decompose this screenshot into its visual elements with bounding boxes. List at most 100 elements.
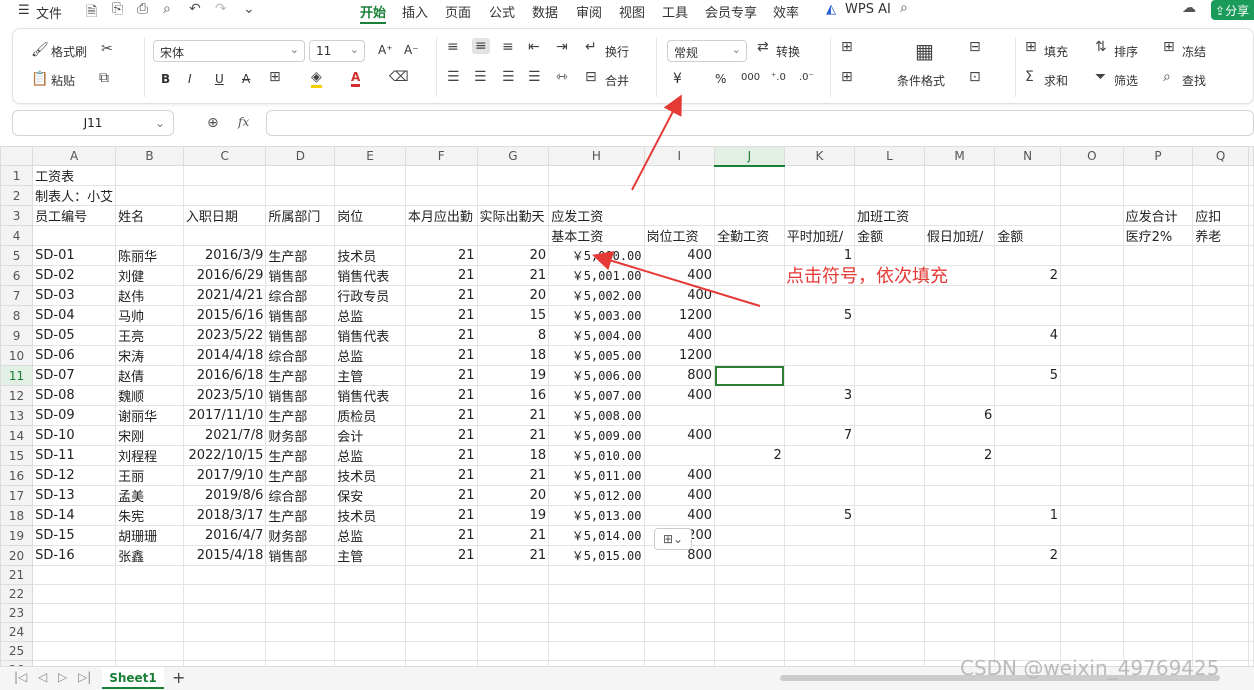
cell-Q16[interactable] bbox=[1192, 465, 1249, 486]
cell-P10[interactable] bbox=[1122, 345, 1194, 366]
cell-P22[interactable] bbox=[1122, 584, 1194, 604]
cell-A22[interactable] bbox=[32, 584, 117, 604]
cell-O7[interactable] bbox=[1059, 285, 1124, 306]
cell-Q14[interactable] bbox=[1192, 425, 1249, 446]
cell-P11[interactable] bbox=[1122, 365, 1194, 386]
find-button[interactable]: 查找 bbox=[1182, 72, 1206, 89]
cell-A9[interactable]: SD-05 bbox=[32, 325, 117, 346]
cell-A24[interactable] bbox=[32, 622, 117, 642]
cell-O8[interactable] bbox=[1059, 305, 1124, 326]
cell-D10[interactable]: 综合部 bbox=[265, 345, 336, 366]
cell-H15[interactable]: ￥5,010.00 bbox=[548, 445, 645, 466]
cell-M23[interactable] bbox=[923, 603, 996, 623]
cell-H14[interactable]: ￥5,009.00 bbox=[548, 425, 645, 446]
cell-P6[interactable] bbox=[1122, 265, 1194, 286]
cell-F8[interactable]: 21 bbox=[404, 305, 478, 326]
percent-format-button[interactable]: % bbox=[715, 72, 726, 86]
cell-I24[interactable] bbox=[643, 622, 716, 642]
cell-K10[interactable] bbox=[783, 345, 856, 366]
cell-Q18[interactable] bbox=[1192, 505, 1249, 526]
wps-ai-button[interactable]: WPS AI bbox=[845, 2, 891, 17]
cell-E16[interactable]: 技术员 bbox=[334, 465, 406, 486]
cell-H2[interactable] bbox=[548, 185, 645, 206]
cell-E23[interactable] bbox=[334, 603, 406, 623]
cell-C18[interactable]: 2018/3/17 bbox=[182, 505, 267, 526]
cell-C16[interactable]: 2017/9/10 bbox=[182, 465, 267, 486]
cell-C11[interactable]: 2016/6/18 bbox=[182, 365, 267, 386]
cell-L15[interactable] bbox=[854, 445, 925, 466]
cell-L16[interactable] bbox=[854, 465, 925, 486]
cell-D22[interactable] bbox=[265, 584, 336, 604]
cell-Q20[interactable] bbox=[1192, 545, 1249, 566]
cell-M17[interactable] bbox=[923, 485, 996, 506]
cell-D24[interactable] bbox=[265, 622, 336, 642]
cell-F2[interactable] bbox=[404, 185, 478, 206]
tab-review[interactable]: 审阅 bbox=[576, 2, 602, 21]
cell-A13[interactable]: SD-09 bbox=[32, 405, 117, 426]
cell-D9[interactable]: 销售部 bbox=[265, 325, 336, 346]
cell-G13[interactable]: 21 bbox=[476, 405, 550, 426]
cell-P2[interactable] bbox=[1122, 185, 1194, 206]
cell-F23[interactable] bbox=[404, 603, 478, 623]
row-header[interactable]: 9 bbox=[0, 325, 34, 346]
cell-L19[interactable] bbox=[854, 525, 925, 546]
cell-F22[interactable] bbox=[404, 584, 478, 604]
cell-E17[interactable]: 保安 bbox=[334, 485, 406, 506]
sheet-tab-sheet1[interactable]: Sheet1 bbox=[102, 667, 164, 689]
cell-Q19[interactable] bbox=[1192, 525, 1249, 546]
cell-J16[interactable] bbox=[714, 465, 785, 486]
convert-button[interactable]: 转换 bbox=[776, 43, 800, 60]
cell-O20[interactable] bbox=[1059, 545, 1124, 566]
cell-C25[interactable] bbox=[182, 641, 267, 661]
underline-icon[interactable]: U bbox=[215, 72, 224, 86]
cell-H21[interactable] bbox=[548, 565, 645, 585]
cell-L4[interactable]: 金额 bbox=[854, 225, 925, 246]
cell-P4[interactable]: 医疗2% bbox=[1122, 225, 1194, 246]
cell-L21[interactable] bbox=[854, 565, 925, 585]
cell-Q22[interactable] bbox=[1192, 584, 1249, 604]
cell-B3[interactable]: 姓名 bbox=[115, 205, 184, 226]
row-header[interactable]: 5 bbox=[0, 245, 34, 266]
cell-I22[interactable] bbox=[643, 584, 716, 604]
cell-D19[interactable]: 财务部 bbox=[265, 525, 336, 546]
cell-M12[interactable] bbox=[923, 385, 996, 406]
cell-K25[interactable] bbox=[783, 641, 856, 661]
column-header-H[interactable]: H bbox=[548, 146, 645, 166]
cell-Q9[interactable] bbox=[1192, 325, 1249, 346]
cell-Q24[interactable] bbox=[1192, 622, 1249, 642]
worksheet-icon[interactable]: ⊡ bbox=[969, 69, 981, 85]
cell-Q21[interactable] bbox=[1192, 565, 1249, 585]
cell-H6[interactable]: ￥5,001.00 bbox=[548, 265, 645, 286]
cell-A20[interactable]: SD-16 bbox=[32, 545, 117, 566]
cell-C21[interactable] bbox=[182, 565, 267, 585]
cell-J9[interactable] bbox=[714, 325, 785, 346]
table-style-icon[interactable]: ⊞ bbox=[841, 39, 853, 55]
column-header-P[interactable]: P bbox=[1122, 146, 1194, 166]
align-right-icon[interactable]: ☰ bbox=[502, 69, 515, 85]
cell-C7[interactable]: 2021/4/21 bbox=[182, 285, 267, 306]
cell-N1[interactable] bbox=[994, 165, 1061, 186]
cell-B25[interactable] bbox=[115, 641, 184, 661]
number-format-select[interactable]: 常规 ⌄ bbox=[667, 40, 747, 62]
currency-format-button[interactable]: ¥ bbox=[673, 71, 682, 87]
cell-K11[interactable] bbox=[783, 365, 856, 386]
tab-home[interactable]: 开始 bbox=[360, 2, 387, 24]
cell-G3[interactable]: 实际出勤天 bbox=[476, 205, 550, 226]
cell-K2[interactable] bbox=[783, 185, 856, 206]
cell-O14[interactable] bbox=[1059, 425, 1124, 446]
row-header[interactable]: 10 bbox=[0, 345, 34, 366]
more-chevron-icon[interactable]: ⌄ bbox=[243, 1, 255, 17]
cell-M10[interactable] bbox=[923, 345, 996, 366]
cell-E14[interactable]: 会计 bbox=[334, 425, 406, 446]
cell-N10[interactable] bbox=[994, 345, 1061, 366]
cell-C24[interactable] bbox=[182, 622, 267, 642]
cell-N17[interactable] bbox=[994, 485, 1061, 506]
cell-B13[interactable]: 谢丽华 bbox=[115, 405, 184, 426]
cell-B12[interactable]: 魏顺 bbox=[115, 385, 184, 406]
cell-D1[interactable] bbox=[265, 165, 336, 186]
column-header-Q[interactable]: Q bbox=[1192, 146, 1249, 166]
cell-N14[interactable] bbox=[994, 425, 1061, 446]
cell-O23[interactable] bbox=[1059, 603, 1124, 623]
row-header[interactable]: 20 bbox=[0, 545, 34, 566]
filter-button[interactable]: 筛选 bbox=[1114, 72, 1138, 89]
